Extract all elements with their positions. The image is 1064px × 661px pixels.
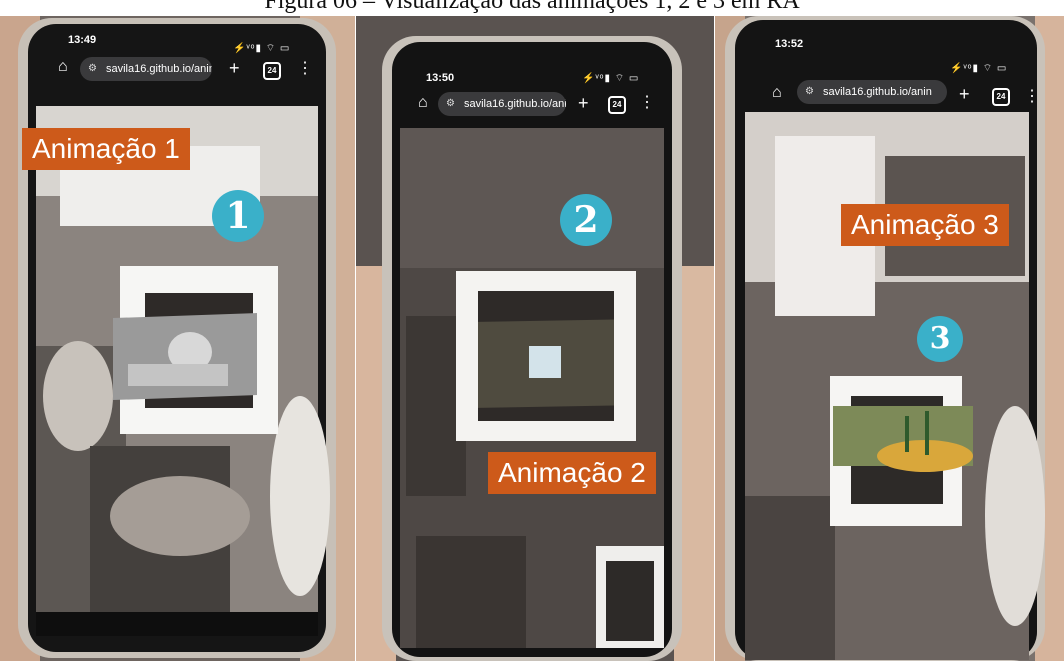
more-vert-icon[interactable]: ⋮	[639, 92, 655, 112]
site-settings-icon[interactable]: ⚙	[88, 57, 97, 81]
photo-3-scene	[715, 16, 1064, 661]
animation-label-1: Animação 1	[22, 128, 190, 170]
photo-2: 13:50 ⚡ᵛᵒ▮ ⌔ ▭ ⌂ ⚙ savila16.github.io/an…	[356, 16, 714, 661]
photo-1-scene	[0, 16, 355, 661]
status-time: 13:52	[775, 38, 804, 50]
tab-switcher-icon[interactable]: 24	[992, 88, 1010, 106]
photo-3: 13:52 ⚡ᵛᵒ▮ ⌔ ▭ ⌂ ⚙ savila16.github.io/an…	[715, 16, 1064, 661]
new-tab-icon[interactable]: +	[959, 84, 970, 105]
status-time: 13:50	[426, 72, 455, 84]
more-vert-icon[interactable]: ⋮	[1024, 86, 1040, 106]
marker-number-2: 2	[560, 194, 612, 246]
animation-label-3: Animação 3	[841, 204, 1009, 246]
site-settings-icon[interactable]: ⚙	[446, 92, 455, 116]
status-icons: ⚡ᵛᵒ▮ ⌔ ▭	[233, 43, 291, 54]
new-tab-icon[interactable]: +	[229, 58, 240, 79]
new-tab-icon[interactable]: +	[578, 93, 589, 114]
photo-1: 13:49 ⚡ᵛᵒ▮ ⌔ ▭ ⌂ ⚙ savila16.github.io/an…	[0, 16, 355, 661]
tab-switcher-icon[interactable]: 24	[608, 96, 626, 114]
status-time: 13:49	[68, 34, 97, 46]
home-icon[interactable]: ⌂	[58, 58, 68, 76]
figure-caption: Figura 06 – Visualização das animações 1…	[264, 0, 800, 14]
home-icon[interactable]: ⌂	[772, 84, 782, 102]
site-settings-icon[interactable]: ⚙	[805, 80, 814, 104]
tab-switcher-icon[interactable]: 24	[263, 62, 281, 80]
more-vert-icon[interactable]: ⋮	[297, 58, 313, 78]
url-bar[interactable]: ⚙ savila16.github.io/anin	[438, 92, 566, 116]
home-icon[interactable]: ⌂	[418, 94, 428, 112]
marker-number-1: 1	[212, 190, 264, 242]
url-bar[interactable]: ⚙ savila16.github.io/anin	[797, 80, 947, 104]
url-text: savila16.github.io/anin	[464, 98, 566, 110]
status-icons: ⚡ᵛᵒ▮ ⌔ ▭	[582, 73, 640, 84]
marker-number-3: 3	[917, 316, 963, 362]
animation-label-2: Animação 2	[488, 452, 656, 494]
url-text: savila16.github.io/anin	[106, 63, 212, 75]
status-icons: ⚡ᵛᵒ▮ ⌔ ▭	[950, 63, 1008, 74]
url-text: savila16.github.io/anin	[823, 86, 932, 98]
url-bar[interactable]: ⚙ savila16.github.io/anin	[80, 57, 212, 81]
